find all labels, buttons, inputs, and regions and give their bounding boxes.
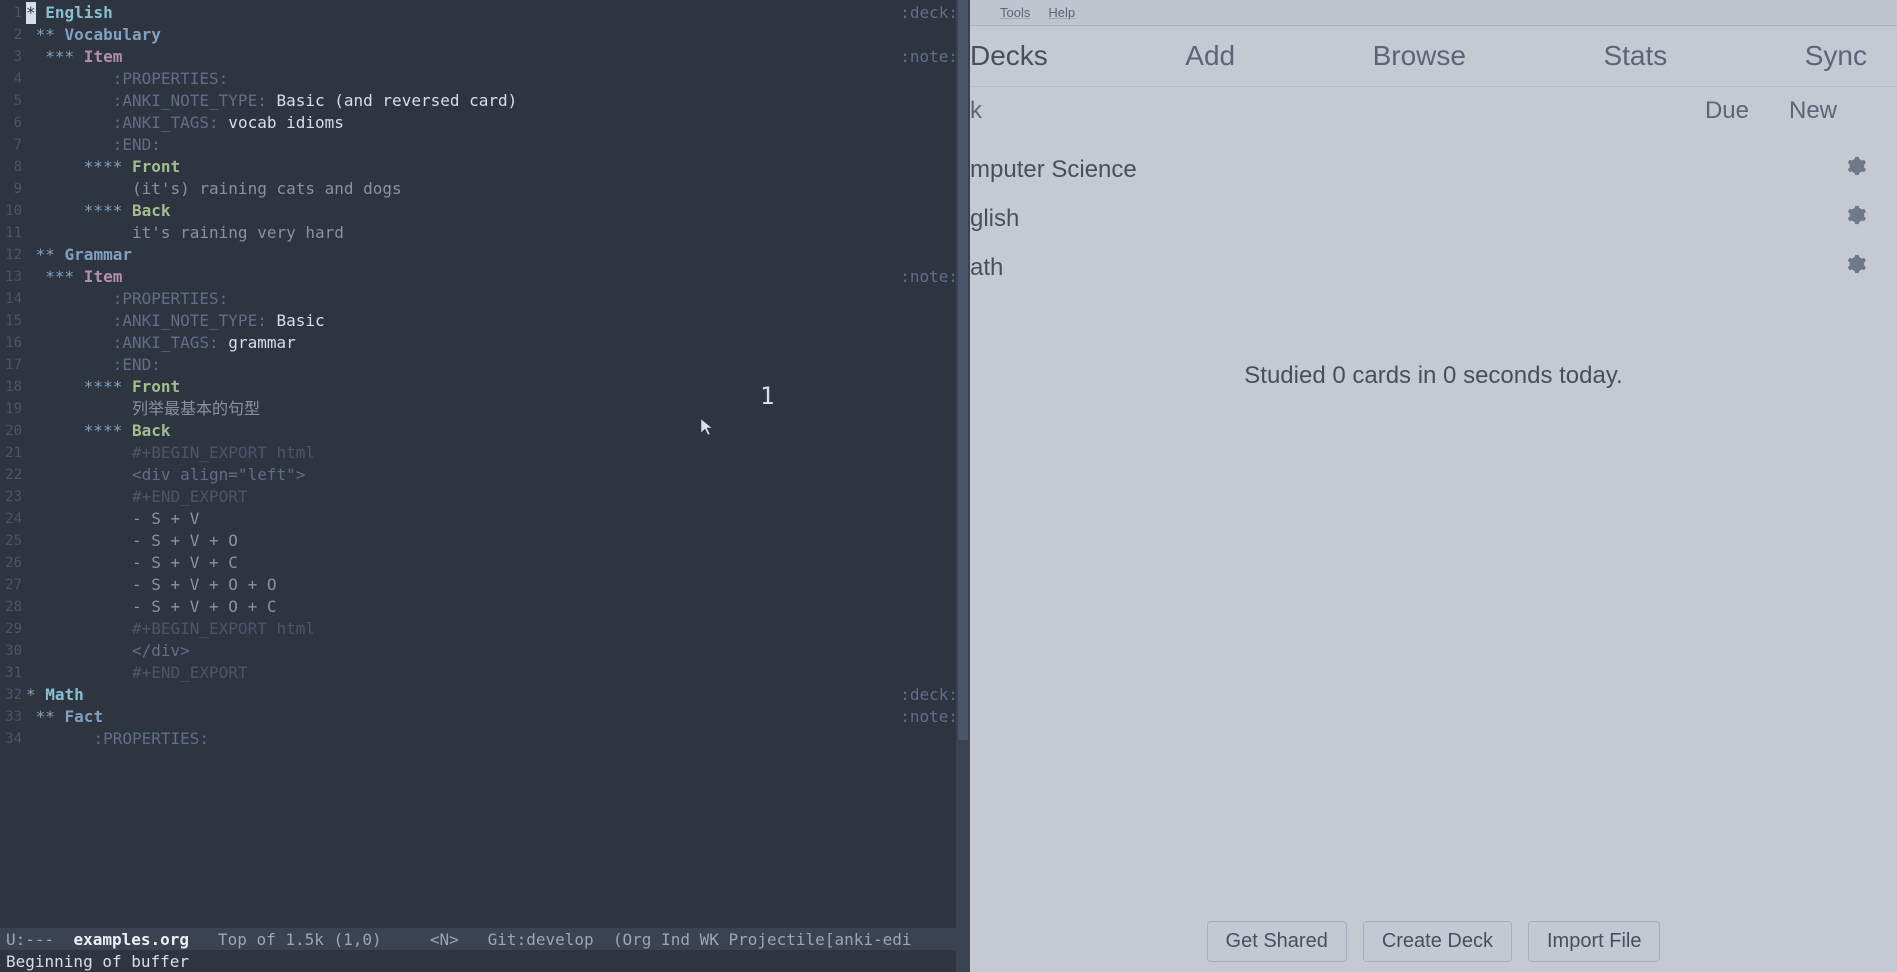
editor-line[interactable]: 29 #+BEGIN_EXPORT html [0,618,970,640]
line-number: 33 [0,706,26,728]
editor-line[interactable]: 20 **** Back [0,420,970,442]
editor-line[interactable]: 13 *** Item:note: [0,266,970,288]
editor-line[interactable]: 32* Math:deck: [0,684,970,706]
line-number: 29 [0,618,26,640]
editor-line[interactable]: 1* English:deck: [0,2,970,24]
editor-line[interactable]: 25 - S + V + O [0,530,970,552]
line-number: 27 [0,574,26,596]
line-number: 25 [0,530,26,552]
modeline-prefix: U:--- [6,930,73,949]
line-number: 13 [0,266,26,288]
editor-line[interactable]: 26 - S + V + C [0,552,970,574]
editor-line[interactable]: 24 - S + V [0,508,970,530]
editor-line[interactable]: 6 :ANKI_TAGS: vocab idioms [0,112,970,134]
line-number: 3 [0,46,26,68]
line-number: 31 [0,662,26,684]
line-number: 18 [0,376,26,398]
modeline-filename: examples.org [73,930,189,949]
org-tag: :note: [900,46,958,68]
org-tag: :note: [900,266,958,288]
modeline: U:--- examples.org Top of 1.5k (1,0) <N>… [0,928,970,950]
line-number: 4 [0,68,26,90]
line-number: 34 [0,728,26,750]
line-number: 11 [0,222,26,244]
editor-line[interactable]: 21 #+BEGIN_EXPORT html [0,442,970,464]
editor-line[interactable]: 7 :END: [0,134,970,156]
line-number: 1 [0,2,26,24]
minibuffer: Beginning of buffer [0,950,970,972]
editor-line[interactable]: 14 :PROPERTIES: [0,288,970,310]
line-number: 26 [0,552,26,574]
ace-jump-overlay: 1 [760,382,774,410]
line-number: 7 [0,134,26,156]
editor-line[interactable]: 19 列举最基本的句型 [0,398,970,420]
editor-line[interactable]: 12 ** Grammar [0,244,970,266]
line-number: 10 [0,200,26,222]
editor-line[interactable]: 9 (it's) raining cats and dogs [0,178,970,200]
org-tag: :note: [900,706,958,728]
emacs-editor-pane: 1* English:deck:2 ** Vocabulary3 *** Ite… [0,0,970,972]
line-number: 6 [0,112,26,134]
anki-dim-overlay [970,0,1897,972]
editor-line[interactable]: 16 :ANKI_TAGS: grammar [0,332,970,354]
editor-line[interactable]: 22 <div align="left"> [0,464,970,486]
editor-line[interactable]: 34 :PROPERTIES: [0,728,970,750]
editor-line[interactable]: 2 ** Vocabulary [0,24,970,46]
line-number: 20 [0,420,26,442]
modeline-modes: (Org Ind WK Projectile[anki-edi [613,930,912,949]
line-number: 12 [0,244,26,266]
line-number: 2 [0,24,26,46]
anki-window: Tools Help Decks Add Browse Stats Sync k… [970,0,1897,972]
editor-line[interactable]: 31 #+END_EXPORT [0,662,970,684]
editor-line[interactable]: 4 :PROPERTIES: [0,68,970,90]
line-number: 22 [0,464,26,486]
modeline-position: Top of 1.5k (1,0) [189,930,430,949]
line-number: 24 [0,508,26,530]
line-number: 8 [0,156,26,178]
editor-line[interactable]: 17 :END: [0,354,970,376]
mouse-cursor [700,418,714,440]
line-number: 23 [0,486,26,508]
editor-scrollbar[interactable] [956,0,970,972]
editor-line[interactable]: 11 it's raining very hard [0,222,970,244]
line-number: 30 [0,640,26,662]
line-number: 21 [0,442,26,464]
editor-line[interactable]: 30 </div> [0,640,970,662]
editor-line[interactable]: 5 :ANKI_NOTE_TYPE: Basic (and reversed c… [0,90,970,112]
org-tag: :deck: [900,2,958,24]
line-number: 32 [0,684,26,706]
line-number: 14 [0,288,26,310]
scrollbar-thumb[interactable] [958,0,968,740]
modeline-evil-state: <N> [430,930,459,949]
line-number: 17 [0,354,26,376]
editor-line[interactable]: 23 #+END_EXPORT [0,486,970,508]
editor-line[interactable]: 15 :ANKI_NOTE_TYPE: Basic [0,310,970,332]
editor-line[interactable]: 33 ** Fact:note: [0,706,970,728]
editor-line[interactable]: 18 **** Front [0,376,970,398]
editor-line[interactable]: 8 **** Front [0,156,970,178]
line-number: 5 [0,90,26,112]
line-number: 16 [0,332,26,354]
line-number: 28 [0,596,26,618]
org-tag: :deck: [900,684,958,706]
editor-line[interactable]: 3 *** Item:note: [0,46,970,68]
editor-line[interactable]: 28 - S + V + O + C [0,596,970,618]
editor-buffer[interactable]: 1* English:deck:2 ** Vocabulary3 *** Ite… [0,0,970,928]
editor-line[interactable]: 27 - S + V + O + O [0,574,970,596]
editor-line[interactable]: 10 **** Back [0,200,970,222]
line-number: 9 [0,178,26,200]
modeline-vcs: Git:develop [459,930,613,949]
line-number: 15 [0,310,26,332]
line-number: 19 [0,398,26,420]
